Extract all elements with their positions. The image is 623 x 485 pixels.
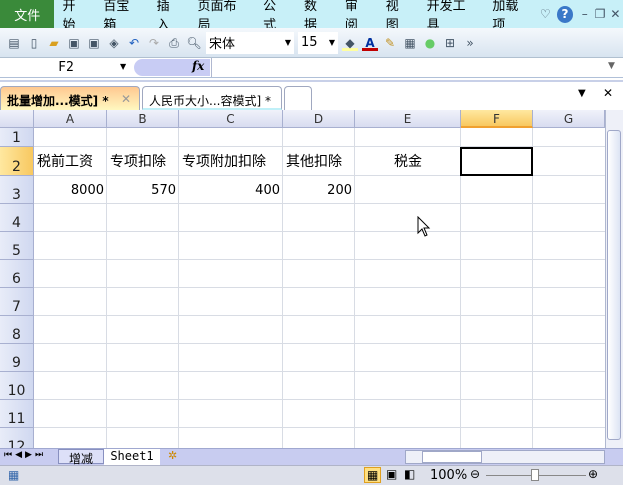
horizontal-scrollbar[interactable] — [405, 450, 605, 464]
row-header[interactable]: 9 — [0, 344, 34, 372]
zoom-slider-thumb[interactable] — [531, 469, 539, 481]
row-header[interactable]: 12 — [0, 428, 34, 448]
zoom-out-icon[interactable]: ⊖ — [470, 467, 480, 481]
save-as-icon[interactable]: ▣ — [86, 35, 102, 51]
column-header-selected[interactable]: F — [461, 110, 533, 128]
cell-D3[interactable]: 200 — [283, 176, 355, 204]
macro-record-icon[interactable]: ▦ — [8, 468, 19, 482]
row-header[interactable]: 1 — [0, 128, 34, 147]
redo-icon[interactable]: ↷ — [146, 35, 162, 51]
column-header[interactable]: E — [355, 110, 461, 128]
open-icon[interactable]: ▰ — [46, 35, 62, 51]
row-header[interactable]: 4 — [0, 204, 34, 232]
vertical-scrollbar[interactable] — [605, 110, 623, 448]
row-header[interactable]: 6 — [0, 260, 34, 288]
fill-color-icon[interactable]: ◆ — [342, 35, 358, 51]
spreadsheet-grid[interactable]: A B C D E F G 1 2 3 4 5 6 7 8 9 10 11 12… — [0, 110, 605, 448]
font-value: 宋体 — [209, 37, 236, 52]
expand-formula-icon[interactable]: ▼ — [608, 61, 615, 71]
name-box[interactable]: F2 — [0, 58, 132, 77]
zoom-level[interactable]: 100% — [430, 468, 467, 483]
format-painter-icon[interactable]: ✎ — [382, 35, 398, 51]
restore-icon[interactable]: ❐ — [592, 6, 607, 22]
cell-C2[interactable]: 专项附加扣除 — [179, 147, 283, 175]
column-header[interactable]: G — [533, 110, 605, 128]
cell-A3[interactable]: 8000 — [34, 176, 107, 204]
borders-icon[interactable]: ⊞ — [442, 35, 458, 51]
new-doc-tab[interactable] — [284, 86, 312, 110]
column-header[interactable]: A — [34, 110, 107, 128]
cell-E2[interactable]: 税金 — [355, 147, 461, 175]
new-template-icon[interactable]: ▤ — [6, 35, 22, 51]
toolbar: ▤ ▯ ▰ ▣ ▣ ◈ ↶ ↷ ⎙ 🔍︎ 宋体 ▼ 15 ▼ ◆ A ✎ ▦ ● ⊞… — [0, 28, 623, 58]
fx-icon[interactable]: fx — [192, 59, 204, 73]
row-header[interactable]: 8 — [0, 316, 34, 344]
cell-D2[interactable]: 其他扣除 — [283, 147, 355, 175]
more-icon[interactable]: » — [462, 35, 478, 51]
font-color-icon[interactable]: A — [362, 35, 378, 51]
column-header[interactable]: C — [179, 110, 283, 128]
sheet-nav-icons[interactable]: ⏮◀▶⏭ — [4, 450, 46, 460]
share-icon[interactable]: ◈ — [106, 35, 122, 51]
doc-tab-active[interactable]: 批量增加...模式] * ✕ — [0, 86, 140, 110]
document-tabs: 批量增加...模式] * ✕ 人民币大小...容模式] * ▼ ✕ — [0, 80, 623, 110]
doc-tab[interactable]: 人民币大小...容模式] * — [142, 86, 282, 110]
cell-B3[interactable]: 570 — [107, 176, 179, 204]
vertical-scroll-thumb[interactable] — [607, 130, 621, 440]
horizontal-scroll-thumb[interactable] — [422, 451, 482, 463]
print-icon[interactable]: ⎙ — [166, 35, 182, 51]
doc-tab-label: 批量增加...模式] * — [7, 94, 109, 108]
column-header[interactable]: B — [107, 110, 179, 128]
conditional-format-icon[interactable]: ▦ — [402, 35, 418, 51]
tab-list-dropdown-icon[interactable]: ▼ — [578, 88, 586, 99]
formula-bar: F2 ▼ fx ▼ — [0, 58, 623, 78]
file-menu[interactable]: 文件 — [0, 0, 55, 28]
save-icon[interactable]: ▣ — [66, 35, 82, 51]
font-select[interactable]: 宋体 ▼ — [206, 31, 294, 54]
formula-input[interactable] — [211, 58, 605, 77]
zoom-in-icon[interactable]: ⊕ — [588, 467, 598, 481]
row-header[interactable]: 7 — [0, 288, 34, 316]
select-all-corner[interactable] — [0, 110, 34, 128]
help-icon[interactable]: ? — [556, 5, 574, 23]
status-bar: ▦ ▦ ▣ ◧ 100% ⊖ ⊕ — [0, 465, 623, 485]
new-icon[interactable]: ▯ — [26, 35, 42, 51]
active-cell-F2[interactable] — [460, 147, 533, 176]
row-header[interactable]: 3 — [0, 176, 34, 204]
row-header[interactable]: 10 — [0, 372, 34, 400]
page-break-view-icon[interactable]: ◧ — [404, 467, 415, 481]
sheet-tab-active[interactable]: Sheet1 — [104, 449, 160, 465]
page-layout-view-icon[interactable]: ▣ — [386, 467, 397, 481]
menu-bar: 文件 开始 百宝箱 插入 页面布局 公式 数据 审阅 视图 开发工具 加载项 ♡… — [0, 0, 623, 33]
normal-view-icon[interactable]: ▦ — [364, 467, 382, 483]
row-header[interactable]: 11 — [0, 400, 34, 428]
font-size-select[interactable]: 15 ▼ — [298, 31, 338, 54]
cell-A2[interactable]: 税前工资 — [34, 147, 107, 175]
name-box-dropdown-icon[interactable]: ▼ — [120, 62, 126, 71]
undo-icon[interactable]: ↶ — [126, 35, 142, 51]
sheet-tab-bar: ⏮◀▶⏭ 增减 Sheet1 ✲ — [0, 448, 623, 466]
font-size-value: 15 — [301, 35, 318, 50]
row-header-selected[interactable]: 2 — [0, 147, 34, 176]
column-header[interactable]: D — [283, 110, 355, 128]
cell-B2[interactable]: 专项扣除 — [107, 147, 179, 175]
doc-tab-label: 人民币大小...容模式] * — [149, 94, 271, 108]
row-header[interactable]: 5 — [0, 232, 34, 260]
cell-C3[interactable]: 400 — [179, 176, 283, 204]
insert-sheet-icon[interactable]: ✲ — [168, 449, 177, 462]
mouse-cursor-icon — [417, 216, 431, 237]
close-tab-icon[interactable]: ✕ — [121, 92, 131, 106]
close-doc-icon[interactable]: ✕ — [603, 86, 613, 100]
minimize-icon[interactable]: – — [577, 6, 592, 22]
heart-icon[interactable]: ♡ — [538, 6, 553, 22]
print-preview-icon[interactable]: 🔍︎ — [186, 35, 202, 51]
cell-style-icon[interactable]: ● — [422, 35, 438, 51]
close-icon[interactable]: ✕ — [608, 6, 623, 22]
sheet-tab[interactable]: 增减 — [58, 449, 104, 466]
